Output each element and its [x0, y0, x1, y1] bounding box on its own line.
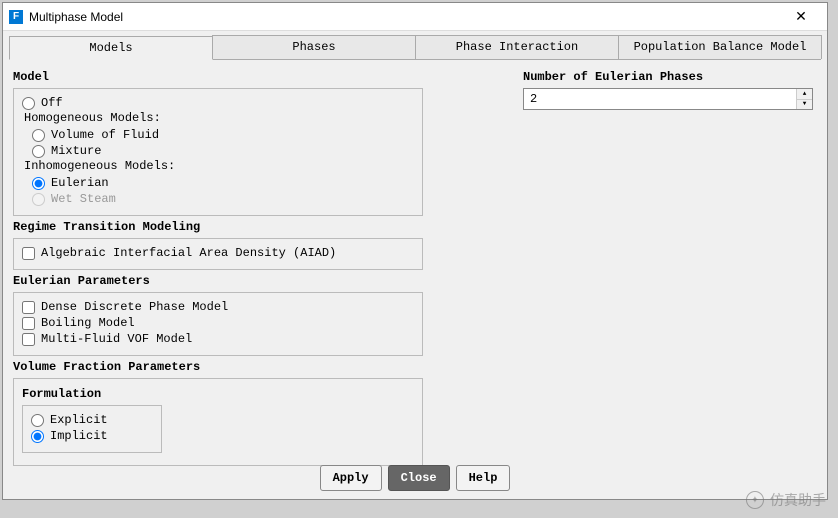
formulation-group: Explicit Implicit — [22, 405, 162, 453]
label-homogeneous: Homogeneous Models: — [24, 111, 161, 125]
label-wet-steam: Wet Steam — [51, 192, 116, 206]
radio-vof[interactable] — [32, 129, 45, 142]
window-title: Multiphase Model — [29, 10, 123, 24]
radio-off[interactable] — [22, 97, 35, 110]
check-ddpm[interactable] — [22, 301, 35, 314]
model-group: Off Homogeneous Models: Volume of Fluid … — [13, 88, 423, 216]
label-ddpm: Dense Discrete Phase Model — [41, 300, 228, 314]
num-phases-spinner[interactable]: 2 ▲ ▼ — [523, 88, 813, 110]
label-inhomogeneous: Inhomogeneous Models: — [24, 159, 175, 173]
spinner-down-icon[interactable]: ▼ — [797, 100, 812, 110]
button-bar: Apply Close Help — [3, 465, 827, 491]
check-mfvof[interactable] — [22, 333, 35, 346]
radio-explicit[interactable] — [31, 414, 44, 427]
tab-bar: Models Phases Phase Interaction Populati… — [9, 35, 821, 60]
label-implicit: Implicit — [50, 429, 108, 443]
model-legend: Model — [13, 70, 513, 84]
num-phases-value[interactable]: 2 — [524, 89, 796, 109]
eulerian-params-legend: Eulerian Parameters — [13, 274, 513, 288]
formulation-legend: Formulation — [22, 387, 414, 401]
tab-phase-interaction[interactable]: Phase Interaction — [415, 35, 619, 59]
tab-phases[interactable]: Phases — [212, 35, 416, 59]
num-phases-label: Number of Eulerian Phases — [523, 70, 817, 84]
apply-button[interactable]: Apply — [320, 465, 382, 491]
dialog-window: F Multiphase Model ✕ Models Phases Phase… — [2, 2, 828, 500]
vfp-legend: Volume Fraction Parameters — [13, 360, 513, 374]
label-aiad: Algebraic Interfacial Area Density (AIAD… — [41, 246, 336, 260]
label-vof: Volume of Fluid — [51, 128, 159, 142]
check-boiling[interactable] — [22, 317, 35, 330]
eulerian-params-group: Dense Discrete Phase Model Boiling Model… — [13, 292, 423, 356]
radio-mixture[interactable] — [32, 145, 45, 158]
watermark-text: 仿真助手 — [770, 490, 826, 510]
radio-wet-steam — [32, 193, 45, 206]
tab-content: Model Off Homogeneous Models: Volume of … — [3, 60, 827, 478]
radio-eulerian[interactable] — [32, 177, 45, 190]
tab-population-balance-model[interactable]: Population Balance Model — [618, 35, 822, 59]
label-off: Off — [41, 96, 63, 110]
wechat-icon: ✦ — [746, 491, 764, 509]
help-button[interactable]: Help — [456, 465, 511, 491]
vfp-group: Formulation Explicit Implicit — [13, 378, 423, 466]
regime-legend: Regime Transition Modeling — [13, 220, 513, 234]
titlebar: F Multiphase Model ✕ — [3, 3, 827, 31]
label-boiling: Boiling Model — [41, 316, 135, 330]
check-aiad[interactable] — [22, 247, 35, 260]
tab-models[interactable]: Models — [9, 36, 213, 60]
label-explicit: Explicit — [50, 413, 108, 427]
app-icon: F — [9, 10, 23, 24]
close-icon[interactable]: ✕ — [781, 3, 821, 31]
label-mfvof: Multi-Fluid VOF Model — [41, 332, 192, 346]
radio-implicit[interactable] — [31, 430, 44, 443]
label-eulerian: Eulerian — [51, 176, 109, 190]
close-button[interactable]: Close — [388, 465, 450, 491]
label-mixture: Mixture — [51, 144, 101, 158]
watermark: ✦ 仿真助手 — [746, 490, 826, 510]
spinner-up-icon[interactable]: ▲ — [797, 89, 812, 100]
regime-group: Algebraic Interfacial Area Density (AIAD… — [13, 238, 423, 270]
